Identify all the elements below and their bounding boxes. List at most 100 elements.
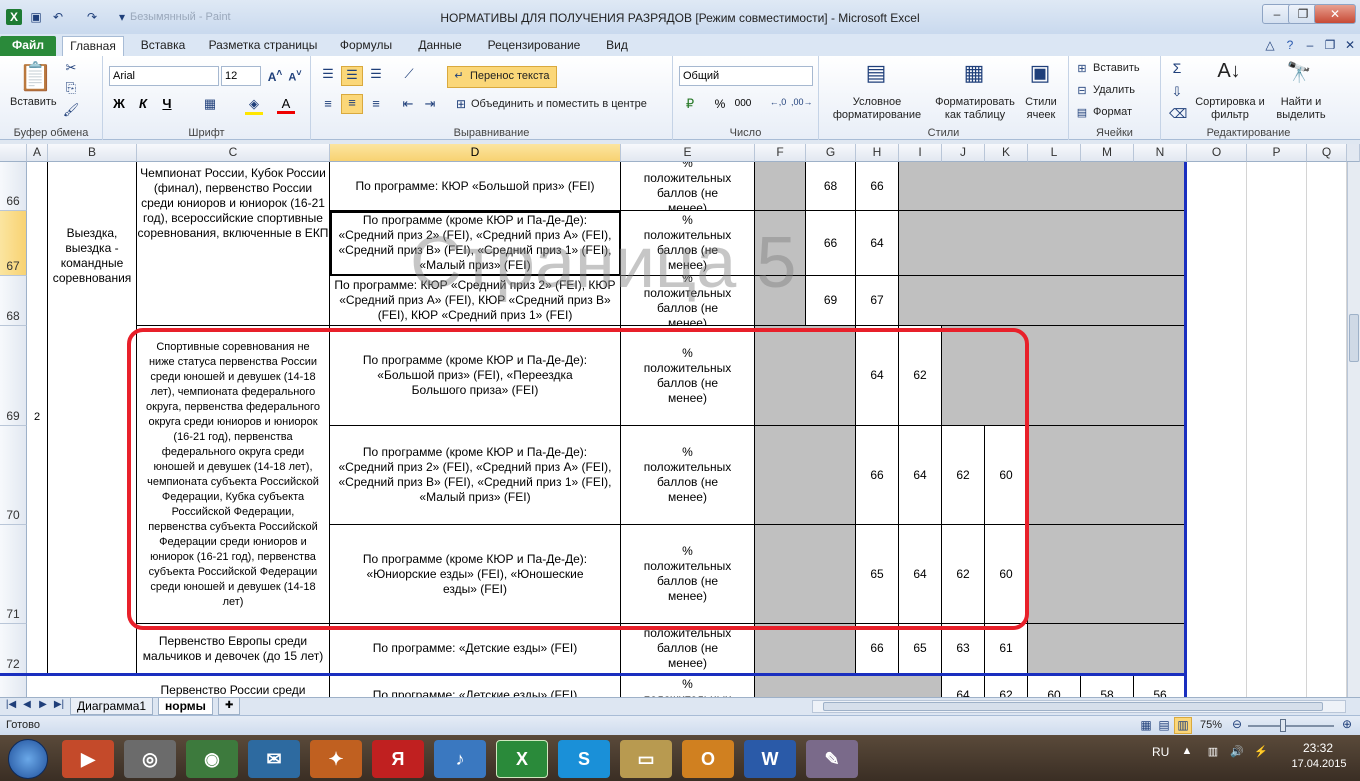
cell-e-next[interactable]: % положительных баллов xyxy=(621,674,755,697)
volume-icon[interactable]: 🔊 xyxy=(1230,745,1244,758)
cell-d70[interactable]: По программе (кроме КЮР и Па-Де-Де): «Ср… xyxy=(330,426,621,525)
find-select-button[interactable]: Найти и выделить xyxy=(1271,96,1331,122)
fill-color-icon[interactable]: ◈ xyxy=(245,96,263,115)
blank-col-q[interactable] xyxy=(1307,162,1347,697)
cell-c-mid[interactable]: Спортивные соревнования не ниже статуса … xyxy=(137,326,330,624)
clock-date[interactable]: 17.04.2015 xyxy=(1286,758,1352,770)
cell-h69[interactable]: 64 xyxy=(856,326,899,426)
cell-e68[interactable]: % положительных баллов (не менее) xyxy=(621,276,755,326)
cell-g66[interactable]: 68 xyxy=(806,162,856,211)
cell-i71[interactable]: 64 xyxy=(899,525,942,624)
help-icon[interactable]: ? xyxy=(1282,37,1298,53)
tab-data[interactable]: Данные xyxy=(408,36,472,56)
col-header-l[interactable]: L xyxy=(1028,144,1081,162)
cell-h70[interactable]: 66 xyxy=(856,426,899,525)
currency-icon[interactable]: ₽ xyxy=(681,96,699,112)
tab-review[interactable]: Рецензирование xyxy=(480,36,588,56)
cell-a-number[interactable]: 2 xyxy=(27,162,48,674)
cell-l-next[interactable]: 60 xyxy=(1028,674,1081,697)
zoom-slider-track[interactable] xyxy=(1248,725,1334,727)
row-header-69[interactable]: 69 xyxy=(0,326,27,426)
zoom-out-icon[interactable]: ⊖ xyxy=(1230,717,1244,731)
decrease-indent-icon[interactable]: ⇤ xyxy=(399,96,417,112)
language-indicator[interactable]: RU xyxy=(1152,745,1169,759)
shrink-font-icon[interactable]: A˅ xyxy=(287,68,303,84)
power-icon[interactable]: ⚡ xyxy=(1254,745,1268,758)
close-button[interactable]: ✕ xyxy=(1314,4,1356,24)
doc-close-icon[interactable]: ✕ xyxy=(1342,37,1358,53)
col-header-e[interactable]: E xyxy=(621,144,755,162)
format-table-button[interactable]: Форматировать как таблицу xyxy=(929,96,1021,122)
cell-e71[interactable]: % положительных баллов (не менее) xyxy=(621,525,755,624)
col-header-k[interactable]: K xyxy=(985,144,1028,162)
col-header-h[interactable]: H xyxy=(856,144,899,162)
thousands-button[interactable]: 000 xyxy=(731,98,755,109)
tray-expand-icon[interactable]: ▲ xyxy=(1180,745,1194,757)
grow-font-icon[interactable]: A˄ xyxy=(267,68,283,84)
decrease-decimal-icon[interactable]: ,00→ xyxy=(791,97,813,107)
cell-styles-button[interactable]: Стили ячеек xyxy=(1019,96,1063,122)
col-header-c[interactable]: C xyxy=(137,144,330,162)
cell-d67-selected[interactable]: По программе (кроме КЮР и Па-Де-Де): «Ср… xyxy=(330,211,621,276)
number-format-select[interactable]: Общий xyxy=(679,66,813,86)
collapse-ribbon-icon[interactable]: △ xyxy=(1262,37,1278,53)
page-break-view-icon[interactable]: ▥ xyxy=(1174,717,1192,734)
cell-e67[interactable]: % положительных баллов (не менее) xyxy=(621,211,755,276)
blank-col-o[interactable] xyxy=(1187,162,1247,697)
cell-k70[interactable]: 60 xyxy=(985,426,1028,525)
sheet-tab-diagram[interactable]: Диаграмма1 xyxy=(70,698,154,715)
col-header-p[interactable]: P xyxy=(1247,144,1307,162)
cell-d69[interactable]: По программе (кроме КЮР и Па-Де-Де): «Бо… xyxy=(330,326,621,426)
tab-file[interactable]: Файл xyxy=(0,36,56,56)
underline-button[interactable]: Ч xyxy=(159,96,175,111)
cell-f70-g70[interactable] xyxy=(755,426,856,525)
col-header-n[interactable]: N xyxy=(1134,144,1187,162)
cell-m-next[interactable]: 58 xyxy=(1081,674,1134,697)
merge-center-button[interactable]: Объединить и поместить в центре xyxy=(471,98,647,110)
cell-k-next[interactable]: 62 xyxy=(985,674,1028,697)
cell-e72[interactable]: % положительных баллов (не менее) xyxy=(621,624,755,674)
vertical-scroll-thumb[interactable] xyxy=(1349,314,1359,362)
zoom-in-icon[interactable]: ⊕ xyxy=(1340,717,1354,731)
last-sheet-icon[interactable]: ▶| xyxy=(52,699,66,710)
row-header-68[interactable]: 68 xyxy=(0,276,27,326)
cell-f-next[interactable] xyxy=(755,674,942,697)
taskbar-excel-icon[interactable]: X xyxy=(496,740,548,778)
fill-icon[interactable]: ⇩ xyxy=(1169,84,1185,100)
align-bottom-icon[interactable]: ☰ xyxy=(367,66,385,82)
taskbar-chrome-icon[interactable]: ◉ xyxy=(186,740,238,778)
bold-button[interactable]: Ж xyxy=(111,96,127,111)
cell-c-72[interactable]: Первенство Европы среди мальчиков и дево… xyxy=(137,624,330,674)
cell-b-group[interactable]: Выездка, выездка - командные соревновани… xyxy=(48,162,137,674)
select-all-corner[interactable] xyxy=(0,144,27,162)
cell-g68[interactable]: 69 xyxy=(806,276,856,326)
col-header-i[interactable]: I xyxy=(899,144,942,162)
cell-d71[interactable]: По программе (кроме КЮР и Па-Де-Де): «Юн… xyxy=(330,525,621,624)
col-header-d[interactable]: D xyxy=(330,144,621,162)
row-header-70[interactable]: 70 xyxy=(0,426,27,525)
vertical-scrollbar[interactable] xyxy=(1347,162,1360,697)
cell-n-next[interactable]: 56 xyxy=(1134,674,1187,697)
cell-h68[interactable]: 67 xyxy=(856,276,899,326)
font-color-icon[interactable]: A xyxy=(277,96,295,114)
doc-restore-icon[interactable]: ❐ xyxy=(1322,37,1338,53)
worksheet-grid[interactable]: A B C D E F G H I J K L M N O P Q 66 67 … xyxy=(0,144,1360,697)
insert-cells-button[interactable]: Вставить xyxy=(1093,62,1140,74)
tab-view[interactable]: Вид xyxy=(596,36,638,56)
cell-f72-g72[interactable] xyxy=(755,624,856,674)
col-header-o[interactable]: O xyxy=(1187,144,1247,162)
borders-icon[interactable]: ▦ xyxy=(201,96,219,112)
zoom-slider-thumb[interactable] xyxy=(1280,719,1286,732)
cell-e69[interactable]: % положительных баллов (не менее) xyxy=(621,326,755,426)
increase-decimal-icon[interactable]: ←,0 xyxy=(769,97,787,107)
row-header-67[interactable]: 67 xyxy=(0,211,27,276)
clock-time[interactable]: 23:32 xyxy=(1290,741,1346,755)
cell-f67[interactable] xyxy=(755,211,806,276)
next-sheet-icon[interactable]: ▶ xyxy=(36,699,50,710)
taskbar-outlook-icon[interactable]: O xyxy=(682,740,734,778)
align-right-icon[interactable]: ≡ xyxy=(367,96,385,111)
col-header-g[interactable]: G xyxy=(806,144,856,162)
taskbar-mail-icon[interactable]: ✉ xyxy=(248,740,300,778)
blank-col-p[interactable] xyxy=(1247,162,1307,697)
taskbar-yandex-icon[interactable]: Я xyxy=(372,740,424,778)
